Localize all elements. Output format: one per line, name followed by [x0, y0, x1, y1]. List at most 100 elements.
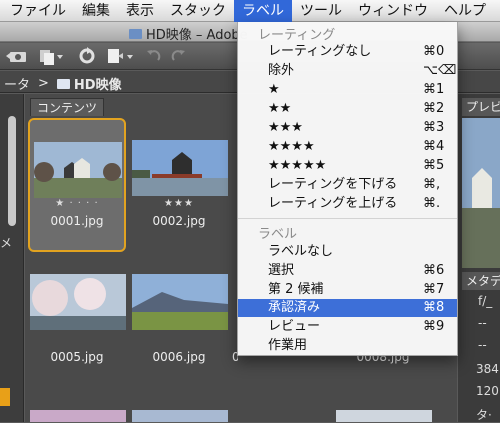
rating-stars[interactable]: ★★★: [130, 198, 228, 209]
menu-item-shortcut: ⌘8: [423, 300, 445, 315]
thumbnail-filename: 0005.jpg: [50, 350, 104, 364]
menu-item-review[interactable]: レビュー ⌘9: [238, 318, 457, 336]
menu-item-label: 作業用: [268, 338, 308, 353]
metadata-width: 384: [476, 362, 499, 376]
thumbnail-filename: 0006.jpg: [152, 350, 206, 364]
menu-item-shortcut: ⌥⌫: [423, 63, 457, 78]
thumbnail-partial[interactable]: [30, 410, 126, 422]
menu-item-label: ラベルなし: [268, 244, 334, 259]
menu-item-shortcut: ⌘1: [423, 82, 445, 97]
menu-item-5-stars[interactable]: ★★★★★ ⌘5: [238, 157, 457, 175]
menu-item-shortcut: ⌘,: [423, 177, 441, 192]
rotate-left-icon[interactable]: [146, 47, 162, 65]
menu-item-label: レーティングを上げる: [268, 196, 398, 211]
menu-item-4-stars[interactable]: ★★★★ ⌘4: [238, 138, 457, 156]
left-panel: メ: [0, 94, 24, 422]
thumbnail-cell[interactable]: ★ · · · · 0001.jpg: [28, 118, 126, 252]
folder-icon: [56, 78, 70, 89]
menu-item-shortcut: ⌘7: [423, 282, 445, 297]
tab-metadata[interactable]: メタデ: [462, 272, 500, 290]
menu-item-label: レビュー: [268, 319, 321, 334]
breadcrumb-current-label: HD映像: [73, 78, 122, 93]
menu-item-shortcut: ⌘3: [423, 120, 445, 135]
breadcrumb-current[interactable]: HD映像: [56, 74, 122, 93]
menu-item-label: レーティングを下げる: [268, 177, 398, 192]
thumbnail-filename: 0002.jpg: [152, 214, 206, 228]
menu-item-label: ★★★★★: [268, 158, 327, 173]
refresh-icon[interactable]: [78, 47, 96, 65]
thumbnail-cell[interactable]: ★★★ 0002.jpg: [130, 118, 228, 252]
metadata-value: --: [478, 338, 487, 352]
menu-tools[interactable]: ツール: [292, 0, 350, 22]
tab-content[interactable]: コンテンツ: [30, 98, 105, 116]
rotate-right-icon[interactable]: [170, 47, 186, 65]
menu-item-no-rating[interactable]: レーティングなし ⌘0: [238, 43, 457, 61]
photo-castle-bridge-thumbnail: [132, 140, 228, 196]
right-panel: プレビ メタデ f/_ -- -- 384 120 タ·: [458, 94, 500, 422]
menu-item-label: 第 2 候補: [268, 282, 324, 297]
thumbnail-cell[interactable]: 0006.jpg: [130, 254, 228, 388]
rating-stars[interactable]: ★ · · · ·: [30, 198, 124, 209]
menu-item-shortcut: ⌘4: [423, 139, 445, 154]
menu-item-shortcut: ⌘6: [423, 263, 445, 278]
menu-window[interactable]: ウィンドウ: [350, 0, 436, 22]
label-menu-dropdown: レーティング レーティングなし ⌘0 除外 ⌥⌫ ★ ⌘1 ★★ ⌘2 ★★★ …: [237, 22, 458, 356]
thumbnail-partial[interactable]: [132, 410, 228, 422]
menu-item-shortcut: ⌘.: [423, 196, 441, 211]
menu-label[interactable]: ラベル: [234, 0, 292, 22]
menu-item-label: ★★★★: [268, 139, 315, 154]
document-dropdown-icon[interactable]: [106, 47, 134, 65]
menu-item-increase-rating[interactable]: レーティングを上げる ⌘.: [238, 195, 457, 213]
copy-dropdown-icon[interactable]: [38, 47, 64, 65]
menu-item-no-label[interactable]: ラベルなし: [238, 243, 457, 261]
label-color-swatch: [0, 388, 10, 406]
menu-item-label: ★★: [268, 101, 292, 116]
metadata-aperture: f/_: [478, 294, 493, 308]
menu-item-select[interactable]: 選択 ⌘6: [238, 262, 457, 280]
window-title: HD映像 – Adobe: [146, 28, 248, 43]
photo-mountain-thumbnail: [132, 274, 228, 330]
menu-item-label: ★★★: [268, 120, 303, 135]
menu-item-to-do[interactable]: 作業用: [238, 337, 457, 355]
metadata-height: 120: [476, 384, 499, 398]
menu-item-3-stars[interactable]: ★★★ ⌘3: [238, 119, 457, 137]
menu-item-reject[interactable]: 除外 ⌥⌫: [238, 62, 457, 80]
menu-help[interactable]: ヘルプ: [436, 0, 494, 22]
menu-item-2-stars[interactable]: ★★ ⌘2: [238, 100, 457, 118]
thumbnail-cell[interactable]: 0005.jpg: [28, 254, 126, 388]
menu-view[interactable]: 表示: [118, 0, 162, 22]
thumbnail-partial[interactable]: [336, 410, 432, 422]
menu-item-second-choice[interactable]: 第 2 候補 ⌘7: [238, 281, 457, 299]
folder-icon: [129, 28, 142, 39]
tab-preview[interactable]: プレビ: [462, 98, 500, 116]
menu-item-label: ★: [268, 82, 280, 97]
left-scrollbar[interactable]: [8, 116, 16, 226]
camera-import-icon[interactable]: [6, 47, 28, 65]
menu-item-shortcut: ⌘9: [423, 319, 445, 334]
preview-image: [462, 118, 500, 268]
menu-item-1-star[interactable]: ★ ⌘1: [238, 81, 457, 99]
breadcrumb-separator: >: [38, 76, 49, 91]
metadata-value: --: [478, 316, 487, 330]
menu-item-approved[interactable]: 承認済み ⌘8: [238, 299, 457, 317]
menu-item-label: 選択: [268, 263, 295, 278]
left-panel-fragment: メ: [0, 236, 13, 250]
menu-item-label: 承認済み: [268, 300, 321, 315]
menu-stack[interactable]: スタック: [162, 0, 234, 22]
menu-file[interactable]: ファイル: [0, 0, 74, 22]
menu-bar: ファイル 編集 表示 スタック ラベル ツール ウィンドウ ヘルプ: [0, 0, 500, 22]
metadata-type: タ·: [476, 408, 492, 422]
thumbnail-filename: 0001.jpg: [50, 214, 104, 228]
menu-section-rating: レーティング: [258, 28, 336, 43]
menu-section-label: ラベル: [258, 227, 298, 242]
menu-item-shortcut: ⌘2: [423, 101, 445, 116]
menu-separator: [238, 218, 457, 219]
menu-edit[interactable]: 編集: [74, 0, 118, 22]
menu-item-label: レーティングなし: [268, 44, 372, 59]
menu-item-shortcut: ⌘0: [423, 44, 445, 59]
menu-item-shortcut: ⌘5: [423, 158, 445, 173]
menu-item-label: 除外: [268, 63, 295, 78]
photo-cherry-blossom-thumbnail: [30, 274, 126, 330]
breadcrumb-previous[interactable]: ータ: [4, 74, 30, 93]
menu-item-decrease-rating[interactable]: レーティングを下げる ⌘,: [238, 176, 457, 194]
